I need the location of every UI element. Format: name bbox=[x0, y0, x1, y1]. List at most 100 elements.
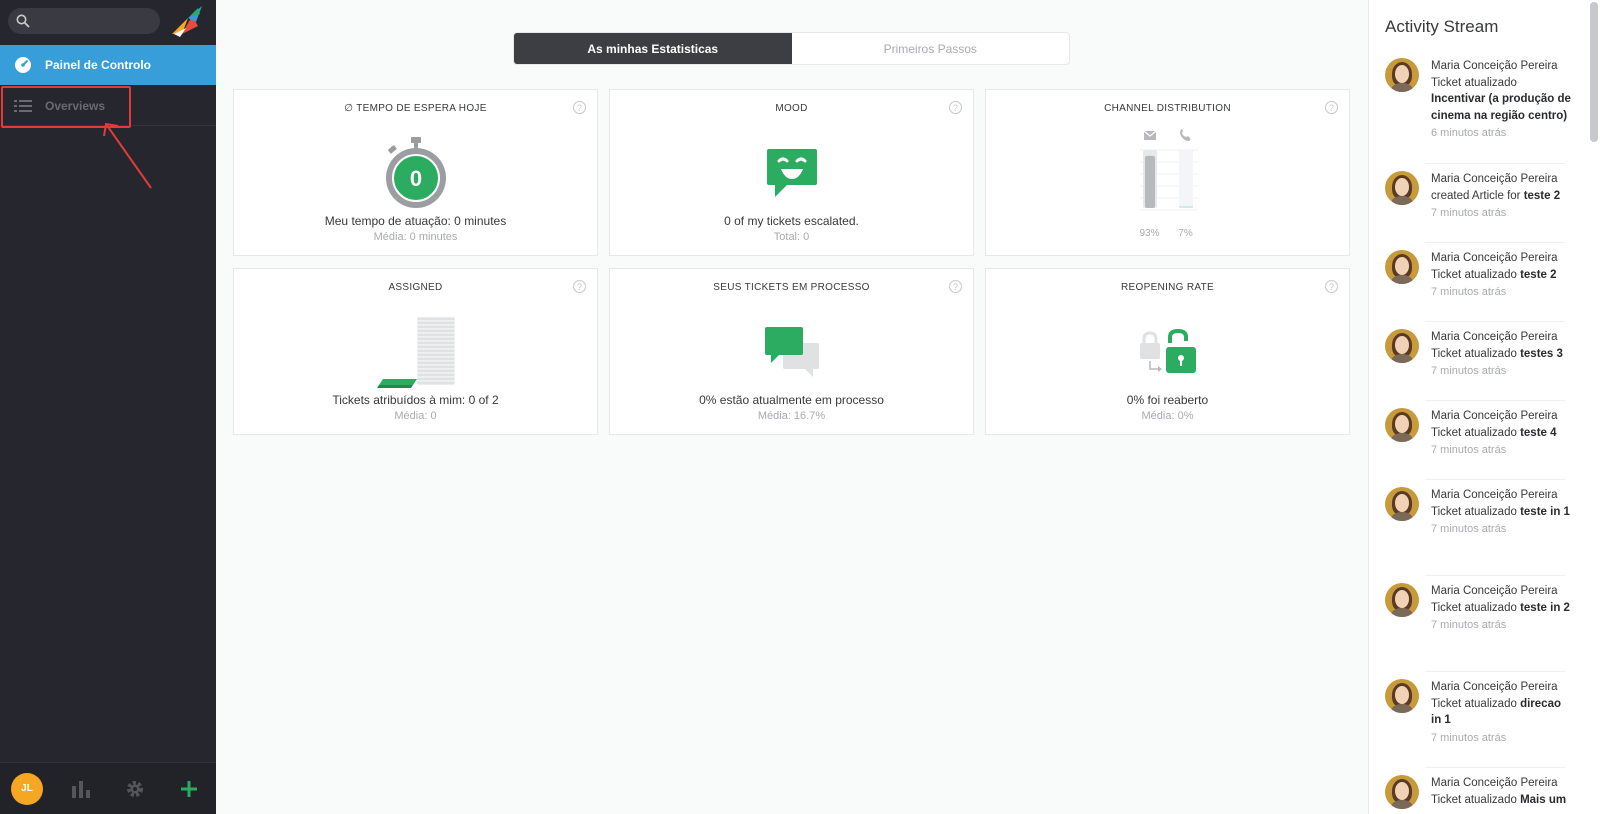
activity-user[interactable]: Maria Conceição Pereira bbox=[1431, 329, 1571, 346]
activity-action: created Article for bbox=[1431, 189, 1521, 202]
activity-user[interactable]: Maria Conceição Pereira bbox=[1431, 679, 1571, 696]
activity-user[interactable]: Maria Conceição Pereira bbox=[1431, 171, 1571, 188]
widget-title: Seus tickets em processo bbox=[713, 282, 870, 293]
search-input[interactable] bbox=[34, 12, 152, 30]
activity-action: Ticket atualizado bbox=[1431, 347, 1517, 360]
add-new-button[interactable] bbox=[162, 763, 216, 814]
nav-item-dashboard[interactable]: Painel de Controlo bbox=[0, 45, 216, 85]
activity-target[interactable]: teste 4 bbox=[1520, 427, 1556, 439]
activity-action: Ticket atualizado bbox=[1431, 76, 1517, 89]
activity-time: 7 minutos atrás bbox=[1431, 286, 1507, 298]
email-share-bar bbox=[1144, 155, 1155, 208]
help-icon[interactable]: ? bbox=[949, 101, 962, 114]
avatar[interactable]: JL bbox=[11, 772, 43, 805]
activity-user[interactable]: Maria Conceição Pereira bbox=[1431, 408, 1571, 425]
phone-icon bbox=[1179, 129, 1190, 141]
avatar[interactable] bbox=[1385, 679, 1419, 713]
activity-separator bbox=[1425, 767, 1565, 768]
widget-description: 0 of my tickets escalated. bbox=[724, 214, 859, 228]
annotation-arrow-icon bbox=[103, 122, 152, 189]
widget-waiting-time: ∅ Tempo de espera hoje ? 0 Meu tempo de … bbox=[233, 89, 598, 256]
widget-title: Assigned bbox=[388, 282, 443, 293]
widget-tickets-in-process: Seus tickets em processo ? 0% estão atua… bbox=[609, 268, 974, 435]
activity-item[interactable]: Maria Conceição Pereira Ticket atualizado… bbox=[1385, 583, 1581, 634]
activity-user[interactable]: Maria Conceição Pereira bbox=[1431, 775, 1571, 792]
activity-target[interactable]: teste in 2 bbox=[1520, 602, 1570, 614]
avatar[interactable] bbox=[1385, 775, 1419, 809]
activity-user[interactable]: Maria Conceição Pereira bbox=[1431, 250, 1571, 267]
avatar[interactable] bbox=[1385, 329, 1419, 363]
search-field[interactable] bbox=[8, 8, 160, 34]
activity-target[interactable]: testes 3 bbox=[1520, 348, 1563, 360]
nav-item-label: Painel de Controlo bbox=[45, 58, 152, 72]
dashboard-icon bbox=[14, 56, 32, 74]
widget-average: Média: 0 bbox=[394, 410, 437, 422]
activity-separator bbox=[1425, 575, 1565, 576]
waiting-time-value: 0 bbox=[409, 166, 421, 191]
activity-user[interactable]: Maria Conceição Pereira bbox=[1431, 487, 1571, 504]
activity-separator bbox=[1425, 242, 1565, 243]
activity-item[interactable]: Maria Conceição Pereira Ticket atualizado… bbox=[1385, 679, 1581, 746]
avatar[interactable] bbox=[1385, 171, 1419, 205]
activity-separator bbox=[1425, 163, 1565, 164]
activity-stream: Activity Stream Maria Conceição Pereira T… bbox=[1368, 0, 1600, 814]
help-icon[interactable]: ? bbox=[949, 280, 962, 293]
widget-average: Média: 0 minutes bbox=[373, 231, 458, 243]
widget-description: Tickets atribuídos à mim: 0 of 2 bbox=[332, 393, 499, 407]
activity-scrollbar[interactable] bbox=[1590, 2, 1598, 142]
widget-average: Média: 0% bbox=[1141, 410, 1194, 422]
avatar[interactable] bbox=[1385, 58, 1419, 92]
activity-action: Ticket atualizado bbox=[1431, 268, 1517, 281]
activity-time: 7 minutos atrás bbox=[1431, 444, 1507, 456]
activity-item[interactable]: Maria Conceição Pereira Ticket atualizado… bbox=[1385, 329, 1581, 380]
email-percentage: 93% bbox=[1139, 228, 1160, 239]
reports-button[interactable] bbox=[54, 763, 108, 814]
plus-icon bbox=[181, 780, 197, 797]
help-icon[interactable]: ? bbox=[1325, 101, 1338, 114]
activity-separator bbox=[1425, 479, 1565, 480]
activity-item[interactable]: Maria Conceição Pereira Ticket atualizado… bbox=[1385, 408, 1581, 459]
search-icon bbox=[16, 14, 30, 28]
tab-my-stats[interactable]: As minhas Estatisticas bbox=[514, 33, 792, 64]
avatar[interactable] bbox=[1385, 583, 1419, 617]
sidebar-bottom-bar: JL bbox=[0, 762, 216, 814]
activity-target[interactable]: teste in 1 bbox=[1520, 506, 1570, 518]
widget-title: Mood bbox=[775, 103, 808, 114]
avatar[interactable] bbox=[1385, 487, 1419, 521]
activity-target[interactable]: teste 2 bbox=[1520, 269, 1556, 281]
nav-item-label: Overviews bbox=[45, 98, 106, 113]
widget-title: Reopening rate bbox=[1121, 282, 1214, 293]
activity-target[interactable]: teste 2 bbox=[1524, 190, 1560, 202]
activity-target[interactable]: Incentivar (a produção de cinema na regi… bbox=[1431, 93, 1571, 122]
help-icon[interactable]: ? bbox=[1325, 280, 1338, 293]
widget-description: 0% estão atualmente em processo bbox=[699, 393, 884, 407]
phone-percentage: 7% bbox=[1178, 228, 1193, 239]
widget-total: Total: 0 bbox=[773, 231, 810, 243]
user-menu[interactable]: JL bbox=[0, 763, 54, 814]
activity-user[interactable]: Maria Conceição Pereira bbox=[1431, 583, 1571, 600]
tab-first-steps[interactable]: Primeiros Passos bbox=[792, 33, 1070, 64]
activity-user[interactable]: Maria Conceição Pereira bbox=[1431, 58, 1571, 75]
phone-share-bar bbox=[1178, 206, 1193, 208]
activity-item[interactable]: Maria Conceição Pereira created Article f… bbox=[1385, 171, 1581, 222]
help-icon[interactable]: ? bbox=[573, 280, 586, 293]
unlock-icon bbox=[1139, 328, 1196, 373]
gear-icon bbox=[127, 780, 143, 797]
activity-item[interactable]: Maria Conceição Pereira Ticket atualizado… bbox=[1385, 487, 1581, 538]
widget-average: Média: 16.7% bbox=[757, 410, 826, 422]
activity-item[interactable]: Maria Conceição Pereira Ticket atualizado… bbox=[1385, 775, 1581, 809]
sidebar: Painel de Controlo Overviews JL bbox=[0, 0, 216, 814]
activity-action: Ticket atualizado bbox=[1431, 601, 1517, 614]
activity-item[interactable]: Maria Conceição Pereira Ticket atualizado… bbox=[1385, 58, 1581, 142]
activity-item[interactable]: Maria Conceição Pereira Ticket atualizado… bbox=[1385, 250, 1581, 301]
list-icon bbox=[14, 97, 32, 115]
avatar[interactable] bbox=[1385, 250, 1419, 284]
activity-time: 7 minutos atrás bbox=[1431, 619, 1507, 631]
settings-button[interactable] bbox=[108, 763, 162, 814]
activity-stream-title: Activity Stream bbox=[1385, 17, 1499, 36]
zammad-logo-icon[interactable] bbox=[168, 4, 206, 40]
help-icon[interactable]: ? bbox=[573, 101, 586, 114]
activity-target[interactable]: Mais um bbox=[1520, 794, 1566, 806]
widget-assigned: Assigned ? Tickets atribuídos à mim: 0 o… bbox=[233, 268, 598, 435]
avatar[interactable] bbox=[1385, 408, 1419, 442]
